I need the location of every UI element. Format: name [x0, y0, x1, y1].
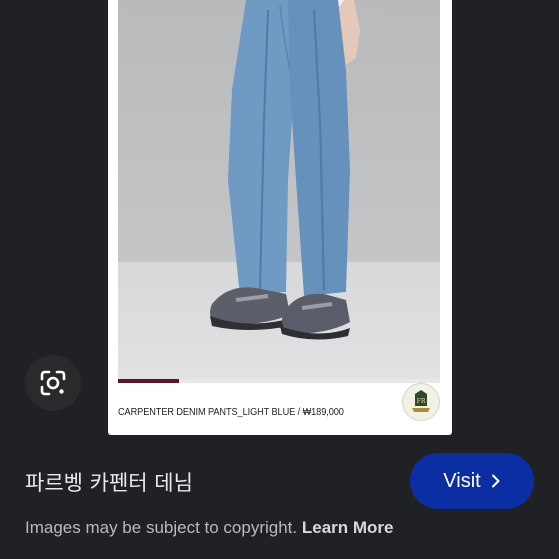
carousel-progress-track: [118, 379, 440, 383]
product-caption: CARPENTER DENIM PANTS_LIGHT BLUE / ₩189,…: [118, 407, 344, 418]
copyright-notice: Images may be subject to copyright. Lear…: [25, 518, 394, 538]
visit-button[interactable]: Visit: [410, 453, 534, 509]
product-photo: [118, 0, 440, 380]
product-image-card[interactable]: CARPENTER DENIM PANTS_LIGHT BLUE / ₩189,…: [108, 0, 452, 435]
copyright-text: Images may be subject to copyright.: [25, 518, 298, 537]
learn-more-link[interactable]: Learn More: [302, 518, 394, 537]
result-title: 파르벵 카펜터 데님: [25, 471, 193, 495]
chevron-right-icon: [491, 474, 501, 488]
model-figure: [210, 0, 360, 340]
lens-icon: [38, 368, 68, 398]
svg-text:FR: FR: [417, 398, 426, 405]
visit-button-label: Visit: [443, 469, 481, 492]
brand-logo-icon: FR: [402, 383, 440, 421]
carousel-progress-fill: [118, 379, 180, 383]
google-lens-button[interactable]: [25, 355, 81, 411]
